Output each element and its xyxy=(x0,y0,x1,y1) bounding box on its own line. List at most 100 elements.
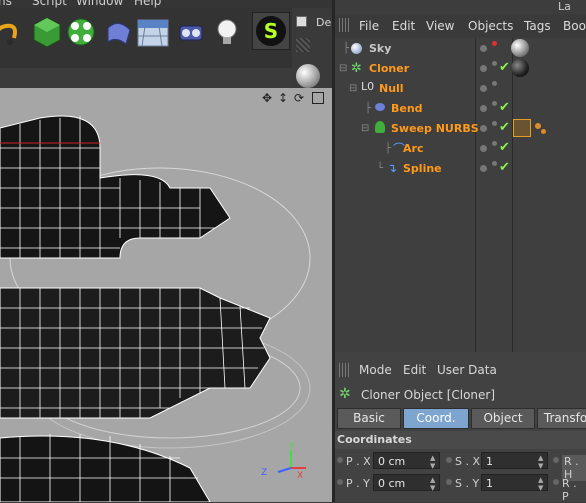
object-row-cloner[interactable]: ⊟ ✲ Cloner ✔ xyxy=(335,59,586,79)
stepper-arrows-icon[interactable]: ▲ ▼ xyxy=(430,454,435,470)
uvw-tag-icon[interactable] xyxy=(513,119,531,137)
material-swatch[interactable] xyxy=(296,16,307,27)
grip-icon[interactable] xyxy=(296,38,310,52)
tab-object[interactable]: Object xyxy=(471,408,535,429)
deformer-icon[interactable] xyxy=(102,12,136,48)
material-preview-icon[interactable] xyxy=(296,64,320,88)
grip-icon[interactable] xyxy=(339,363,351,377)
render-visibility-dot[interactable] xyxy=(492,141,497,146)
keyframe-dot-icon[interactable] xyxy=(446,457,452,463)
object-row-null[interactable]: ⊟ L0 Null xyxy=(335,79,586,99)
render-visibility-dot[interactable] xyxy=(492,81,497,86)
scene-floor-icon[interactable] xyxy=(136,12,170,48)
object-row-bend[interactable]: ├ Bend ✔ xyxy=(335,99,586,119)
om-menu-bookmarks[interactable]: Boo xyxy=(563,19,586,33)
menu-item[interactable]: ns xyxy=(0,0,12,8)
collapse-icon[interactable]: ⊟ xyxy=(339,63,347,74)
tab-basic[interactable]: Basic xyxy=(337,408,401,429)
object-title: Cloner Object [Cloner] xyxy=(361,388,496,402)
collapse-icon[interactable]: ⊟ xyxy=(361,123,369,134)
section-title: Coordinates xyxy=(337,433,412,446)
axis-x-label: X xyxy=(297,471,303,480)
main-menubar: ns Script Window Help xyxy=(0,0,332,8)
om-menu-edit[interactable]: Edit xyxy=(392,19,415,33)
om-menu-view[interactable]: View xyxy=(426,19,454,33)
render-visibility-dot[interactable] xyxy=(492,61,497,66)
spline-icon: ↴ xyxy=(387,161,398,175)
editor-visibility-dot[interactable] xyxy=(480,125,487,132)
collapse-icon[interactable]: ⊟ xyxy=(349,83,357,94)
script-s-icon[interactable]: S xyxy=(252,12,290,50)
keyframe-dot-icon[interactable] xyxy=(446,479,452,485)
editor-visibility-dot[interactable] xyxy=(480,105,487,112)
am-menu-edit[interactable]: Edit xyxy=(403,363,426,377)
material-tag-icon[interactable] xyxy=(511,39,529,57)
field-label-sx: S . X xyxy=(455,455,481,468)
material-tag-icon[interactable] xyxy=(511,59,529,77)
zoom-view-icon[interactable]: ↕ xyxy=(278,91,288,105)
viewport-nav-controls: ✥ ↕ ⟳ xyxy=(260,91,332,107)
tree-line-icon: └ xyxy=(377,163,384,174)
editor-visibility-dot[interactable] xyxy=(480,165,487,172)
menu-item-help[interactable]: Help xyxy=(134,0,161,8)
om-menu-objects[interactable]: Objects xyxy=(468,19,513,33)
tree-line-icon: ├ xyxy=(365,103,372,114)
editor-visibility-dot[interactable] xyxy=(480,45,487,52)
move-view-icon[interactable]: ✥ xyxy=(262,91,272,105)
om-menu-tags[interactable]: Tags xyxy=(524,19,551,33)
recent-label: De xyxy=(316,16,332,29)
am-menu-user-data[interactable]: User Data xyxy=(437,363,497,377)
editor-visibility-dot[interactable] xyxy=(480,145,487,152)
phong-tag-icon[interactable] xyxy=(535,123,541,129)
object-name[interactable]: Spline xyxy=(403,162,442,175)
object-row-spline[interactable]: └ ↴ Spline ✔ xyxy=(335,159,586,179)
menu-item-window[interactable]: Window xyxy=(76,0,123,8)
light-icon[interactable] xyxy=(210,12,244,48)
keyframe-dot-icon[interactable] xyxy=(553,479,559,485)
render-visibility-dot[interactable] xyxy=(492,161,497,166)
object-row-arc[interactable]: ├ ⌒ Arc ✔ xyxy=(335,139,586,159)
stepper-arrows-icon[interactable]: ▲ ▼ xyxy=(430,476,435,492)
keyframe-dot-icon[interactable] xyxy=(553,457,559,463)
object-name[interactable]: Null xyxy=(379,82,404,95)
editor-visibility-dot[interactable] xyxy=(480,65,487,72)
menu-item-script[interactable]: Script xyxy=(32,0,67,8)
render-visibility-dot[interactable] xyxy=(492,41,497,46)
enabled-check-icon[interactable]: ✔ xyxy=(499,100,510,115)
object-row-sky[interactable]: ├ Sky xyxy=(335,39,586,59)
am-menu-mode[interactable]: Mode xyxy=(359,363,392,377)
stepper-arrows-icon[interactable]: ▲ ▼ xyxy=(538,476,543,492)
stepper-arrows-icon[interactable]: ▲ ▼ xyxy=(538,454,543,470)
object-name[interactable]: Sweep NURBS xyxy=(391,122,479,135)
tab-coord[interactable]: Coord. xyxy=(403,408,469,429)
tree-line-icon: ├ xyxy=(343,43,350,54)
grip-icon[interactable] xyxy=(339,18,351,32)
enabled-check-icon[interactable]: ✔ xyxy=(499,160,510,175)
om-menu-file[interactable]: File xyxy=(359,19,379,33)
enabled-check-icon[interactable]: ✔ xyxy=(499,140,510,155)
field-label-sy: S . Y xyxy=(455,477,480,490)
render-visibility-dot[interactable] xyxy=(492,101,497,106)
phong-tag-dot xyxy=(541,129,546,134)
svg-text:S: S xyxy=(264,19,278,43)
camera-icon[interactable] xyxy=(174,12,208,48)
spline-tool-icon[interactable] xyxy=(0,12,24,48)
enabled-check-icon[interactable]: ✔ xyxy=(499,60,510,75)
object-name[interactable]: Bend xyxy=(391,102,423,115)
render-visibility-dot[interactable] xyxy=(492,121,497,126)
enabled-check-icon[interactable]: ✔ xyxy=(499,120,510,135)
keyframe-dot-icon[interactable] xyxy=(337,457,343,463)
object-name[interactable]: Cloner xyxy=(369,62,409,75)
keyframe-dot-icon[interactable] xyxy=(337,479,343,485)
cube-icon[interactable] xyxy=(30,12,64,48)
layout-label[interactable]: La xyxy=(558,0,571,13)
editor-visibility-dot[interactable] xyxy=(480,85,487,92)
section-header: Coordinates xyxy=(335,431,586,449)
maximize-view-icon[interactable] xyxy=(312,92,324,104)
tab-transform[interactable]: Transfor xyxy=(537,408,586,429)
object-name[interactable]: Sky xyxy=(369,42,391,55)
rotate-view-icon[interactable]: ⟳ xyxy=(294,91,304,105)
nurbs-icon[interactable] xyxy=(64,12,98,48)
object-row-sweep-nurbs[interactable]: ⊟ Sweep NURBS ✔ xyxy=(335,119,586,139)
object-name[interactable]: Arc xyxy=(403,142,423,155)
